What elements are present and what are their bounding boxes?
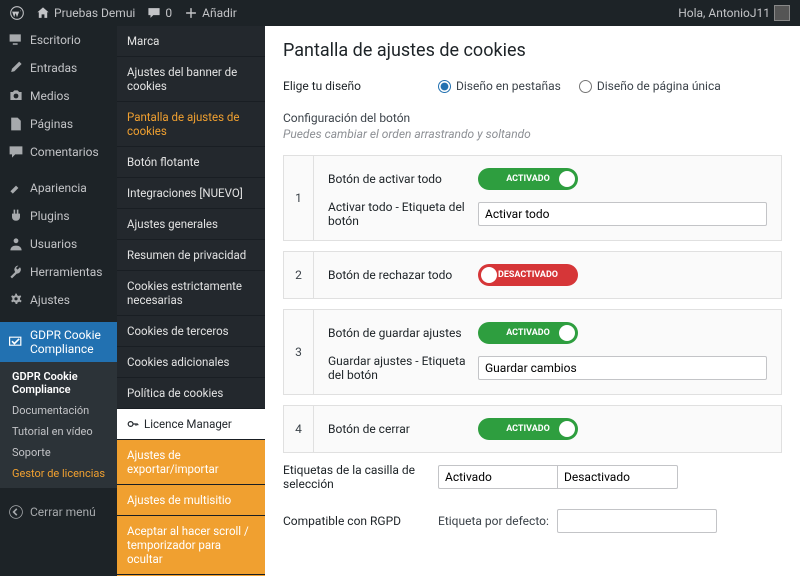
card-1-toggle[interactable]: ACTIVADO (478, 168, 578, 190)
site-name[interactable]: Pruebas Demui (36, 6, 135, 20)
checkbox-off-input[interactable] (558, 465, 678, 489)
card-number: 4 (284, 406, 314, 452)
sub-item-2[interactable]: Soporte (0, 442, 117, 463)
sub-item-0[interactable]: Documentación (0, 400, 117, 421)
sidebar-item-9[interactable]: Ajustes (0, 286, 117, 314)
subnav-item-0[interactable]: Marca (117, 26, 265, 57)
sidebar-item-10[interactable]: GDPR Cookie Compliance (0, 322, 117, 362)
sub-item-3[interactable]: Gestor de licencias (0, 463, 117, 484)
avatar (774, 5, 790, 21)
subnav-item-1[interactable]: Ajustes del banner de cookies (117, 57, 265, 102)
button-card-1: 1 Botón de activar todoACTIVADOActivar to… (283, 155, 782, 241)
rgpd-label: Compatible con RGPD (283, 514, 438, 528)
card-4-row-0-label: Botón de cerrar (328, 422, 478, 436)
button-config-hint: Puedes cambiar el orden arrastrando y so… (283, 127, 782, 141)
subnav-item-4[interactable]: Integraciones [NUEVO] (117, 178, 265, 209)
card-number: 2 (284, 252, 314, 298)
sub-item-1[interactable]: Tutorial en vídeo (0, 421, 117, 442)
card-1-input[interactable] (478, 202, 767, 226)
admin-bar: Pruebas Demui 0 Añadir Hola, AntonioJ11 (0, 0, 800, 26)
main-content: Pantalla de ajustes de cookies Elige tu … (265, 26, 800, 576)
card-3-input[interactable] (478, 356, 767, 380)
card-2-toggle[interactable]: DESACTIVADO (478, 264, 578, 286)
collapse-menu[interactable]: Cerrar menú (0, 496, 117, 528)
admin-sidebar: EscritorioEntradasMediosPáginasComentari… (0, 26, 117, 576)
sidebar-item-0[interactable]: Escritorio (0, 26, 117, 54)
subnav-item-13[interactable]: Ajustes de multisitio (117, 485, 265, 516)
card-4-toggle[interactable]: ACTIVADO (478, 418, 578, 440)
button-config-title: Configuración del botón (283, 111, 782, 125)
sidebar-item-8[interactable]: Herramientas (0, 258, 117, 286)
checkbox-on-input[interactable] (438, 465, 558, 489)
card-3-row-0-label: Botón de guardar ajustes (328, 326, 478, 340)
button-card-4: 4 Botón de cerrarACTIVADO (283, 405, 782, 453)
page-title: Pantalla de ajustes de cookies (283, 40, 782, 61)
comments-count[interactable]: 0 (147, 6, 172, 20)
subnav-item-2[interactable]: Pantalla de ajustes de cookies (117, 102, 265, 147)
subnav-item-6[interactable]: Resumen de privacidad (117, 240, 265, 271)
sidebar-item-2[interactable]: Medios (0, 82, 117, 110)
subnav-item-12[interactable]: Ajustes de exportar/importar (117, 440, 265, 485)
sidebar-item-1[interactable]: Entradas (0, 54, 117, 82)
subnav-item-7[interactable]: Cookies estrictamente necesarias (117, 271, 265, 316)
subnav-item-14[interactable]: Aceptar al hacer scroll / temporizador p… (117, 516, 265, 575)
card-3-row-1-label: Guardar ajustes - Etiqueta del botón (328, 354, 478, 382)
subnav-item-9[interactable]: Cookies adicionales (117, 347, 265, 378)
subnav-item-11[interactable]: Licence Manager (117, 409, 265, 440)
subnav-item-8[interactable]: Cookies de terceros (117, 316, 265, 347)
wp-logo[interactable] (10, 6, 24, 20)
sidebar-item-4[interactable]: Comentarios (0, 138, 117, 166)
button-card-2: 2 Botón de rechazar todoDESACTIVADO (283, 251, 782, 299)
design-tabs-radio[interactable]: Diseño en pestañas (438, 79, 561, 93)
card-number: 3 (284, 310, 314, 394)
user-greeting[interactable]: Hola, AntonioJ11 (678, 5, 790, 21)
sidebar-item-7[interactable]: Usuarios (0, 230, 117, 258)
design-single-radio[interactable]: Diseño de página única (579, 79, 721, 93)
rgpd-input[interactable] (557, 509, 717, 533)
plugin-subnav: MarcaAjustes del banner de cookiesPantal… (117, 26, 265, 576)
sidebar-item-6[interactable]: Plugins (0, 202, 117, 230)
card-number: 1 (284, 156, 314, 240)
sidebar-item-3[interactable]: Páginas (0, 110, 117, 138)
subnav-item-3[interactable]: Botón flotante (117, 147, 265, 178)
add-new[interactable]: Añadir (184, 6, 237, 20)
subnav-item-5[interactable]: Ajustes generales (117, 209, 265, 240)
sidebar-item-5[interactable]: Apariencia (0, 174, 117, 202)
design-label: Elige tu diseño (283, 79, 438, 93)
sub-title[interactable]: GDPR Cookie Compliance (0, 366, 117, 400)
card-2-row-0-label: Botón de rechazar todo (328, 268, 478, 282)
card-3-toggle[interactable]: ACTIVADO (478, 322, 578, 344)
rgpd-sublabel: Etiqueta por defecto: (438, 514, 549, 528)
card-1-row-1-label: Activar todo - Etiqueta del botón (328, 200, 478, 228)
subnav-item-10[interactable]: Política de cookies (117, 378, 265, 409)
checkbox-labels-label: Etiquetas de la casilla de selección (283, 463, 438, 491)
button-card-3: 3 Botón de guardar ajustesACTIVADOGuardar… (283, 309, 782, 395)
card-1-row-0-label: Botón de activar todo (328, 172, 478, 186)
